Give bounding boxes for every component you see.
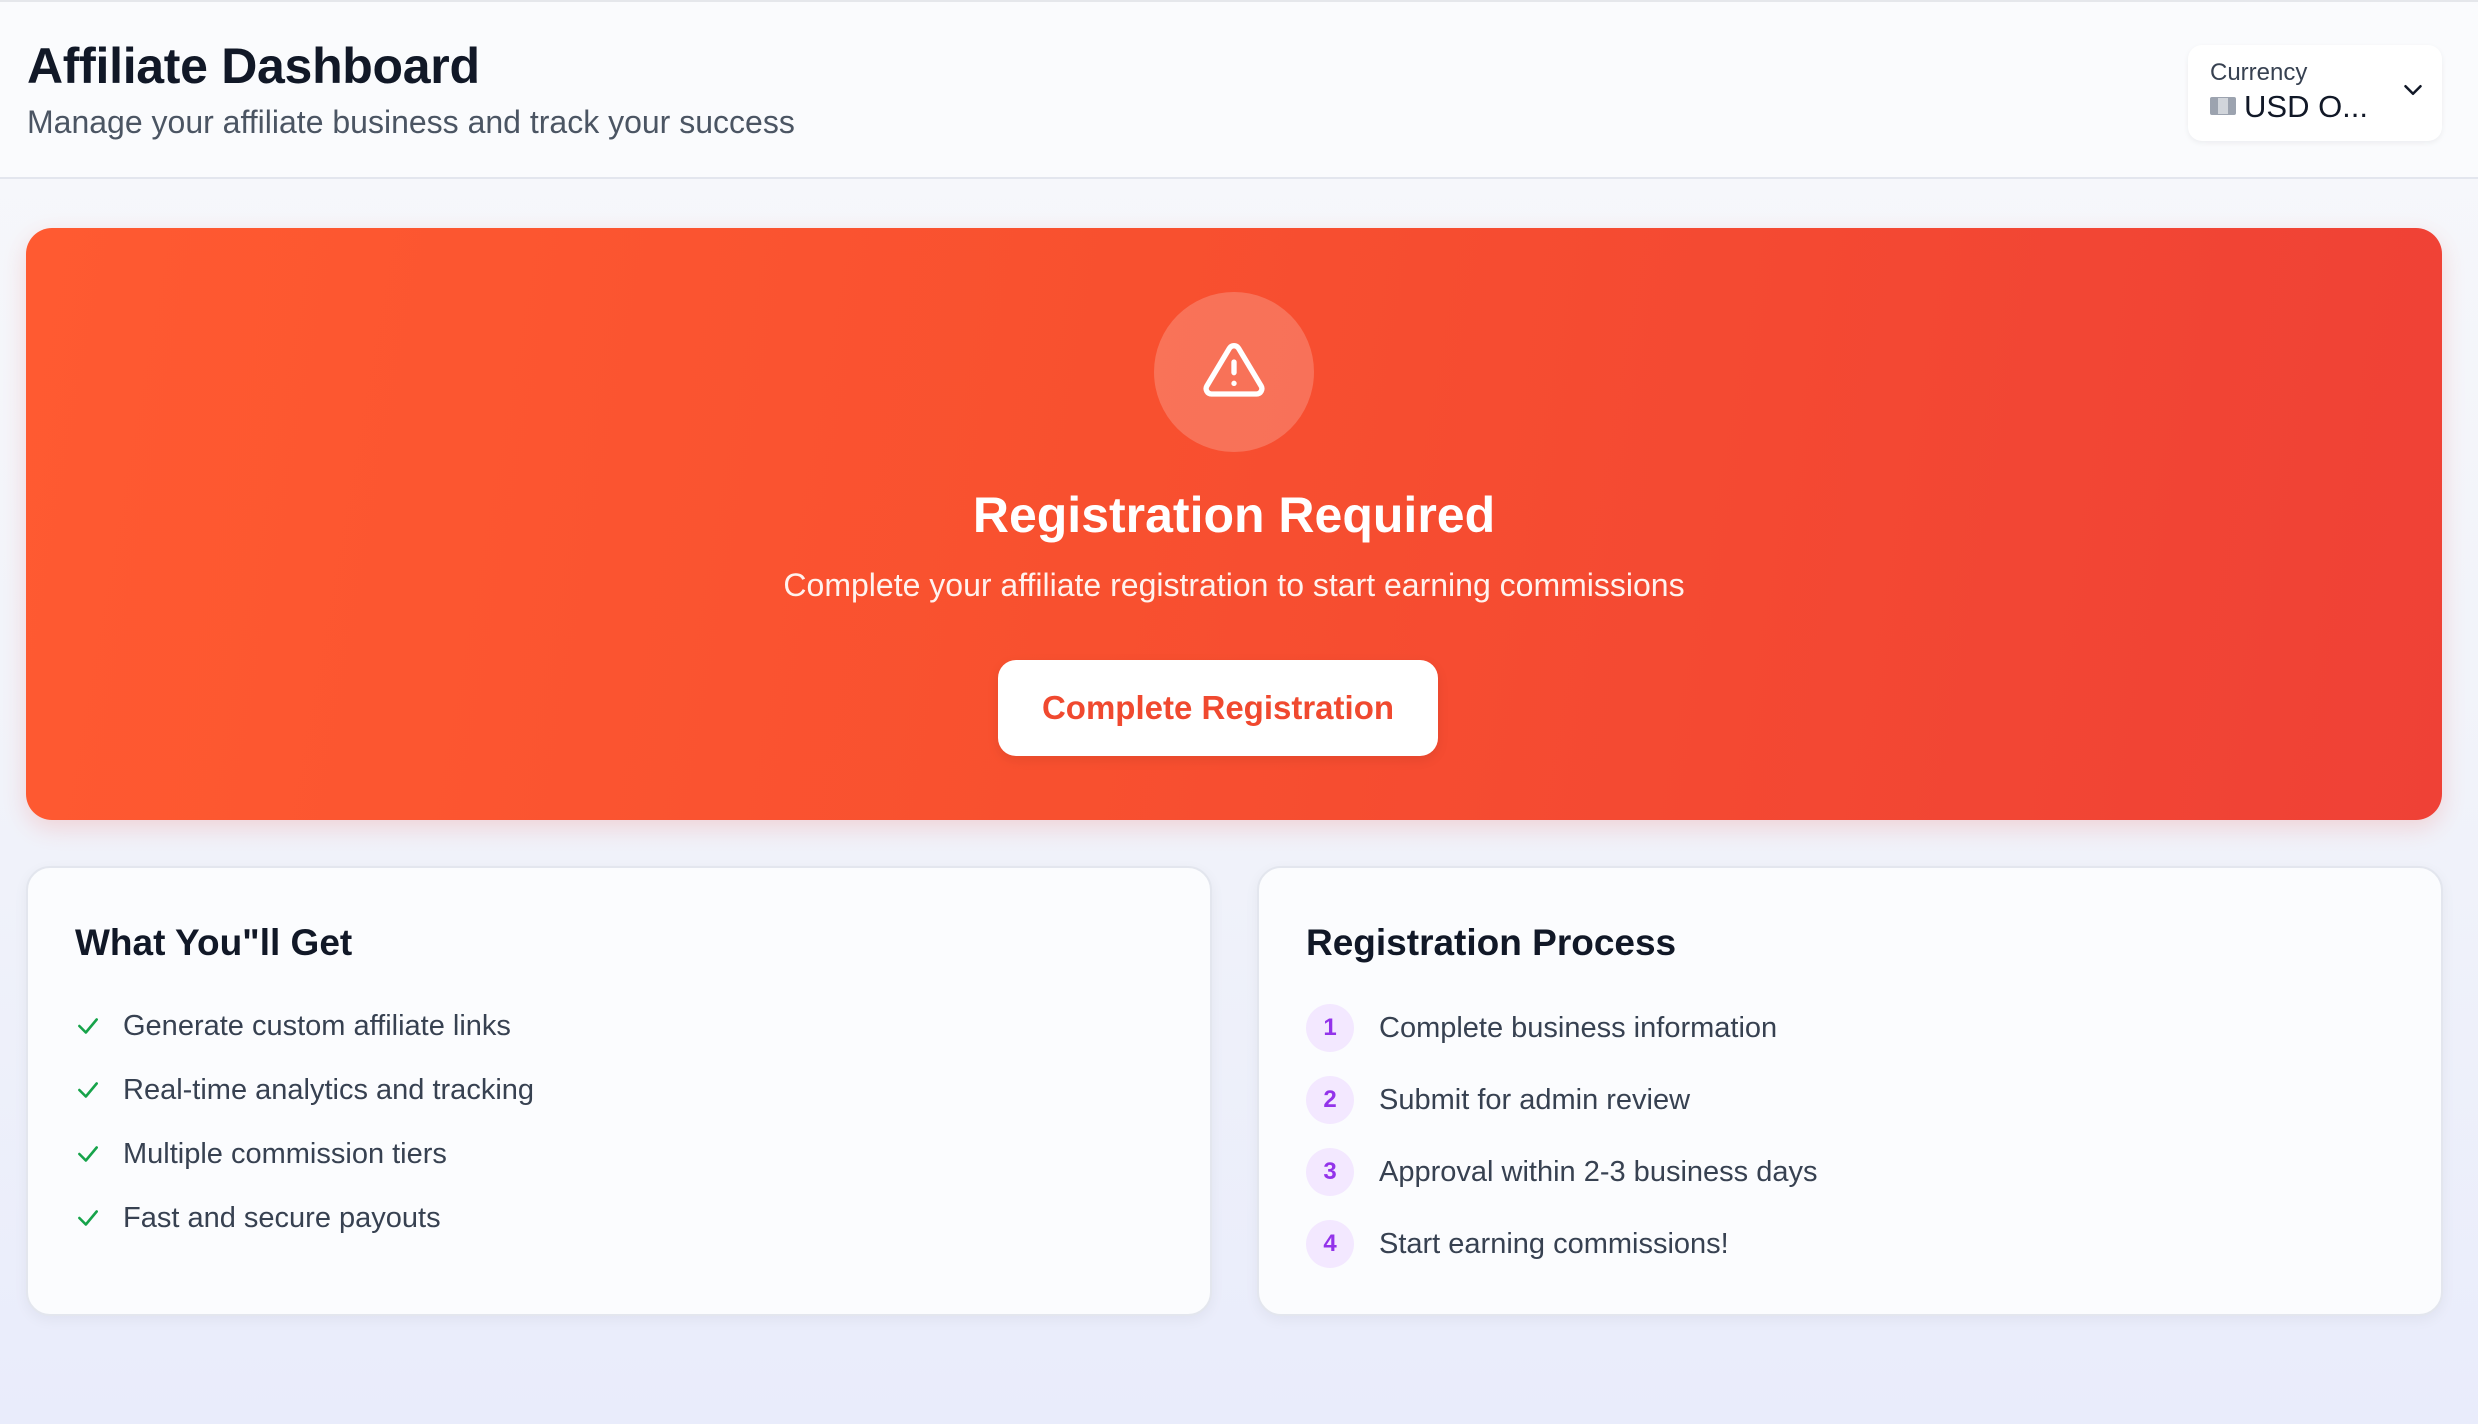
- banner-description: Complete your affiliate registration to …: [783, 567, 1685, 603]
- benefit-item: Multiple commission tiers: [75, 1134, 447, 1174]
- process-step: 1 Complete business information: [1306, 1004, 1777, 1052]
- benefit-item: Fast and secure payouts: [75, 1198, 441, 1238]
- flag-icon: [2210, 97, 2236, 115]
- check-icon: [78, 1210, 98, 1226]
- chevron-down-icon: [2404, 85, 2422, 95]
- check-icon: [78, 1018, 98, 1034]
- currency-selector[interactable]: Currency USD O...: [2188, 45, 2442, 141]
- warning-triangle-icon: [1203, 343, 1265, 397]
- currency-label: Currency: [2210, 59, 2308, 86]
- check-icon: [78, 1082, 98, 1098]
- benefits-title: What You"ll Get: [75, 922, 353, 963]
- process-step: 4 Start earning commissions!: [1306, 1220, 1729, 1268]
- warning-icon-circle: [1154, 292, 1314, 452]
- page-subtitle: Manage your affiliate business and track…: [27, 104, 795, 140]
- registration-banner: Registration Required Complete your affi…: [26, 228, 2442, 820]
- currency-value: USD O...: [2244, 89, 2369, 124]
- process-step: 2 Submit for admin review: [1306, 1076, 1690, 1124]
- step-text: Approval within 2-3 business days: [1379, 1155, 1818, 1188]
- page-title: Affiliate Dashboard: [27, 38, 480, 94]
- step-number-badge: 1: [1306, 1004, 1354, 1052]
- process-title: Registration Process: [1306, 922, 1677, 963]
- banner-title: Registration Required: [972, 487, 1496, 543]
- benefit-text: Generate custom affiliate links: [123, 1009, 511, 1042]
- benefit-item: Real-time analytics and tracking: [75, 1070, 534, 1110]
- step-number-badge: 4: [1306, 1220, 1354, 1268]
- benefit-text: Real-time analytics and tracking: [123, 1073, 535, 1106]
- step-number-badge: 3: [1306, 1148, 1354, 1196]
- benefits-card: What You"ll Get Generate custom affiliat…: [26, 866, 1212, 1316]
- step-text: Submit for admin review: [1379, 1083, 1691, 1116]
- step-text: Complete business information: [1379, 1011, 1778, 1044]
- process-card: Registration Process 1 Complete business…: [1257, 866, 2443, 1316]
- benefit-text: Fast and secure payouts: [123, 1201, 441, 1234]
- page-header: Affiliate Dashboard Manage your affiliat…: [0, 2, 2478, 179]
- benefit-item: Generate custom affiliate links: [75, 1006, 511, 1046]
- complete-registration-button[interactable]: Complete Registration: [998, 660, 1438, 756]
- step-text: Start earning commissions!: [1379, 1227, 1729, 1260]
- check-icon: [78, 1146, 98, 1162]
- step-number-badge: 2: [1306, 1076, 1354, 1124]
- process-step: 3 Approval within 2-3 business days: [1306, 1148, 1817, 1196]
- benefit-text: Multiple commission tiers: [123, 1137, 447, 1170]
